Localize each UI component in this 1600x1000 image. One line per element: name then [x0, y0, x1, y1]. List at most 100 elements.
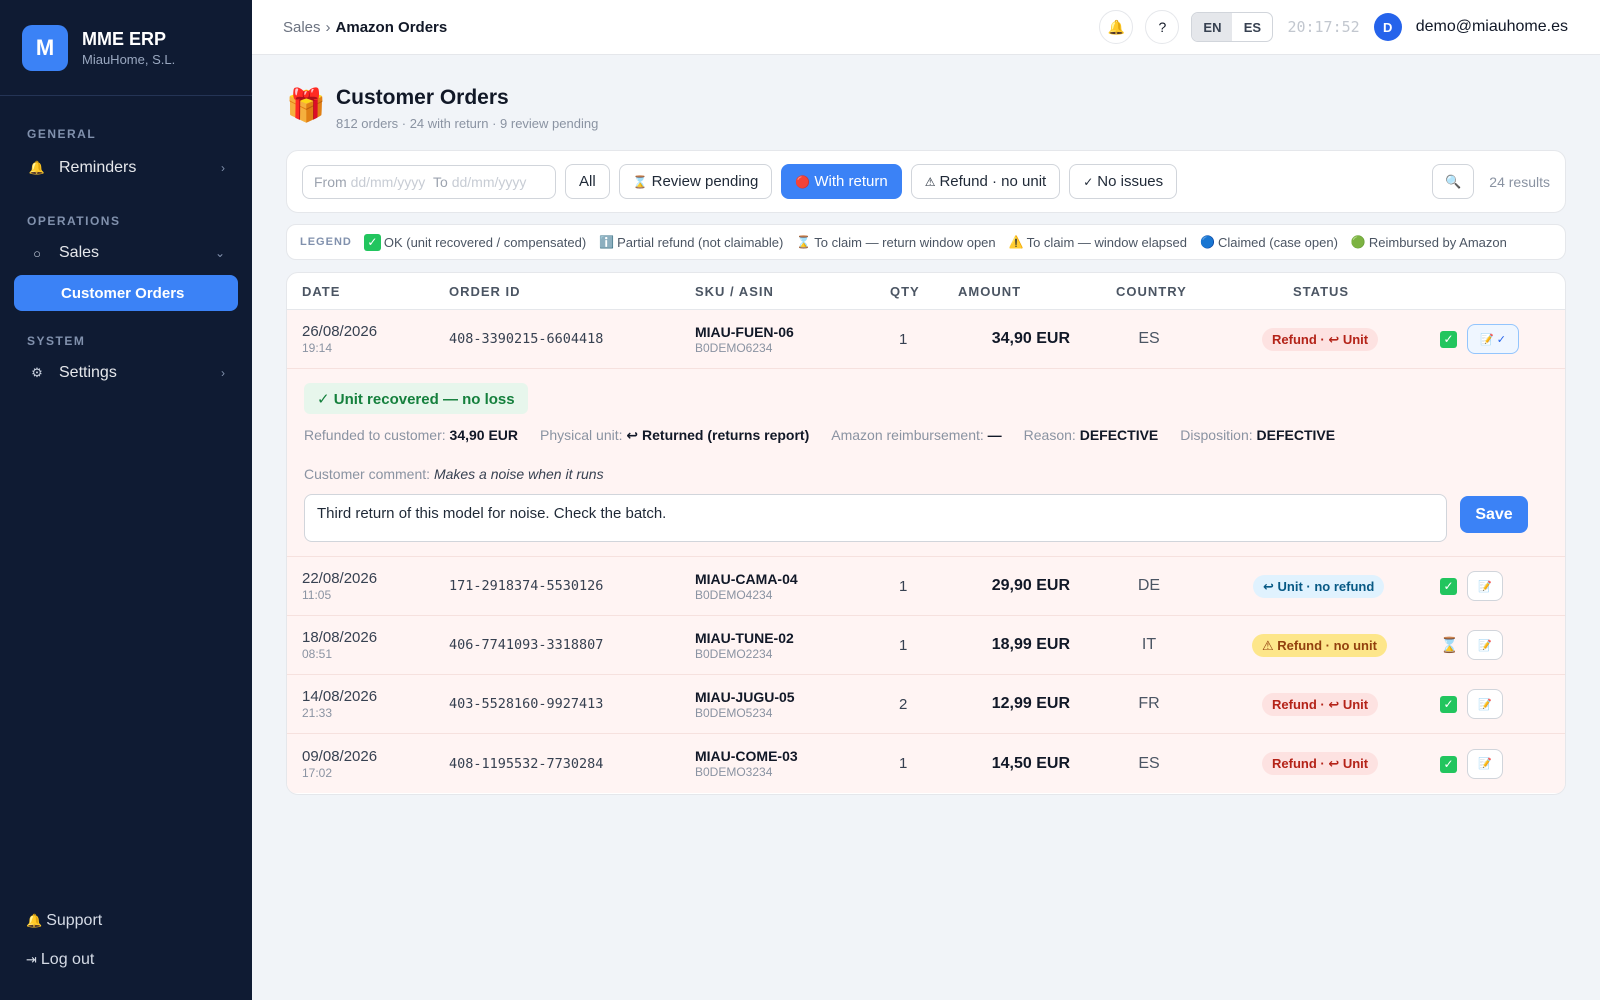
row-asin: B0DEMO2234: [695, 646, 773, 661]
filter-no-issues-button[interactable]: ✓ No issues: [1069, 164, 1178, 199]
legend-label: Reimbursed by Amazon: [1368, 234, 1507, 250]
brand: M MME ERP MiauHome, S.L.: [0, 0, 252, 96]
nav-section-operations: OPERATIONS: [27, 214, 121, 228]
filter-label: All: [579, 173, 596, 190]
support-label: Support: [46, 912, 103, 929]
row-country: DE: [1137, 577, 1161, 594]
legend-item: ✓ OK (unit recovered / compensated): [363, 233, 586, 251]
row-order-id[interactable]: 408-1195532-7730284: [449, 756, 603, 772]
row-qty: 1: [899, 577, 908, 595]
table-row[interactable]: 26/08/2026 19:14 408-3390215-6604418 MIAU…: [287, 310, 1565, 369]
legend-label: Claimed (case open): [1217, 234, 1338, 250]
table-row[interactable]: 22/08/2026 11:05 171-2918374-5530126 MIAU…: [287, 557, 1565, 616]
row-sku: MIAU-FUEN-06: [695, 323, 794, 340]
note-button[interactable]: 📝: [1467, 748, 1503, 779]
memo-icon: 📝: [1480, 333, 1494, 346]
note-button[interactable]: 📝: [1467, 630, 1503, 660]
logout-label: Log out: [40, 951, 95, 968]
sidebar-item-customer-orders[interactable]: Customer Orders: [14, 275, 238, 311]
legend-item: ⌛ To claim — return window open: [796, 235, 995, 250]
row-amount: 12,99 EUR: [991, 695, 1070, 712]
table-row[interactable]: 14/08/2026 21:33 403-5528160-9927413 MIAU…: [287, 675, 1565, 734]
notifications-button[interactable]: 🔔: [1099, 10, 1134, 44]
results-count: 24 results: [1489, 173, 1550, 190]
header-qty[interactable]: QTY: [890, 284, 920, 299]
legend-title: LEGEND: [300, 236, 352, 248]
avatar[interactable]: D: [1373, 13, 1402, 41]
row-order-id[interactable]: 406-7741093-3318807: [449, 637, 603, 653]
check-icon: ✓: [1083, 174, 1094, 189]
lang-en-button[interactable]: EN: [1192, 13, 1233, 41]
header-amount[interactable]: AMOUNT: [958, 284, 1021, 299]
row-sku: MIAU-CAMA-04: [695, 570, 798, 587]
support-link[interactable]: 🔔 Support: [26, 910, 102, 932]
lang-es-button[interactable]: ES: [1232, 13, 1272, 41]
note-button[interactable]: 📝: [1467, 689, 1503, 719]
language-switch: EN ES: [1191, 12, 1274, 42]
header-country[interactable]: COUNTRY: [1116, 284, 1187, 299]
from-placeholder[interactable]: dd/mm/yyyy: [351, 174, 426, 190]
filter-with-return-button[interactable]: 🔴 With return: [781, 164, 902, 199]
refunded-label: Refunded to customer:: [304, 427, 446, 443]
table-row[interactable]: 18/08/2026 08:51 406-7741093-3318807 MIAU…: [287, 616, 1565, 675]
nav-section-system: SYSTEM: [27, 334, 86, 348]
reason-value: DEFECTIVE: [1079, 427, 1159, 443]
date-range-input[interactable]: From dd/mm/yyyy To dd/mm/yyyy: [302, 164, 556, 199]
search-button[interactable]: 🔍: [1432, 164, 1475, 199]
help-button[interactable]: ?: [1145, 10, 1180, 44]
legend-label: To claim — window elapsed: [1026, 234, 1187, 250]
filter-label: With return: [814, 173, 888, 190]
header-date[interactable]: DATE: [302, 284, 340, 299]
customer-comment: Customer comment: Makes a noise when it …: [304, 466, 604, 482]
memo-icon: 📝: [1478, 698, 1492, 711]
brand-name: MME ERP: [82, 28, 167, 49]
sidebar-item-sales[interactable]: ○ Sales ⌄: [14, 235, 238, 271]
to-label: To: [433, 173, 448, 190]
save-button[interactable]: Save: [1460, 496, 1528, 533]
to-placeholder[interactable]: dd/mm/yyyy: [452, 174, 527, 190]
note-button[interactable]: 📝 ✓: [1467, 324, 1519, 354]
status-badge: Refund · ↩ Unit: [1262, 327, 1379, 351]
hourglass-icon: ⌛: [632, 174, 648, 189]
row-country: FR: [1138, 695, 1160, 712]
user-email[interactable]: demo@miauhome.es: [1416, 18, 1568, 36]
internal-note-input[interactable]: Third return of this model for noise. Ch…: [304, 494, 1447, 542]
circle-icon: ○: [33, 245, 41, 261]
row-order-id[interactable]: 171-2918374-5530126: [449, 578, 603, 594]
legend-label: Partial refund (not claimable): [617, 234, 784, 250]
green-check-icon: ✓: [363, 233, 381, 251]
chevron-right-icon: ›: [221, 161, 225, 175]
header-order-id[interactable]: ORDER ID: [449, 284, 521, 299]
row-order-id[interactable]: 403-5528160-9927413: [449, 696, 603, 712]
breadcrumb-current: Amazon Orders: [335, 18, 448, 36]
breadcrumb: Sales › Amazon Orders: [283, 19, 447, 36]
row-time: 11:05: [302, 588, 332, 602]
filter-review-pending-button[interactable]: ⌛ Review pending: [618, 164, 773, 199]
header-status[interactable]: STATUS: [1293, 284, 1349, 299]
note-button[interactable]: 📝: [1467, 571, 1503, 601]
sidebar-item-label: Sales: [59, 244, 100, 261]
disposition-label: Disposition:: [1180, 427, 1253, 443]
row-amount: 34,90 EUR: [991, 330, 1070, 347]
row-asin: B0DEMO6234: [695, 340, 773, 355]
bell-icon: 🔔: [1107, 18, 1126, 35]
breadcrumb-sales[interactable]: Sales: [283, 19, 321, 36]
row-order-id[interactable]: 408-3390215-6604418: [449, 331, 603, 347]
row-time: 08:51: [302, 647, 333, 661]
green-check-icon: ✓: [1440, 696, 1457, 713]
topbar: Sales › Amazon Orders 🔔 ? EN ES 20:17:52…: [252, 0, 1600, 55]
filter-refund-no-unit-button[interactable]: ⚠ Refund · no unit: [910, 164, 1061, 199]
filter-all-button[interactable]: All: [565, 164, 610, 199]
sidebar-item-settings[interactable]: ⚙ Settings ›: [14, 355, 238, 391]
order-detail-panel: ✓ Unit recovered — no loss Refunded to c…: [287, 369, 1565, 557]
logout-link[interactable]: ⇥ Log out: [26, 949, 102, 971]
legend-item: ℹ️ Partial refund (not claimable): [599, 235, 783, 250]
hourglass-icon: ⌛: [1440, 637, 1459, 654]
sidebar-nav: GENERAL 🔔 Reminders › OPERATIONS ○ Sales…: [0, 127, 252, 391]
table-row[interactable]: 09/08/2026 17:02 408-1195532-7730284 MIAU…: [287, 734, 1565, 793]
header-sku[interactable]: SKU / ASIN: [695, 284, 774, 299]
hourglass-icon: ⌛: [796, 235, 812, 249]
row-date: 09/08/2026: [302, 747, 378, 765]
sidebar-item-reminders[interactable]: 🔔 Reminders ›: [14, 150, 238, 186]
green-check-icon: ✓: [1440, 755, 1457, 773]
